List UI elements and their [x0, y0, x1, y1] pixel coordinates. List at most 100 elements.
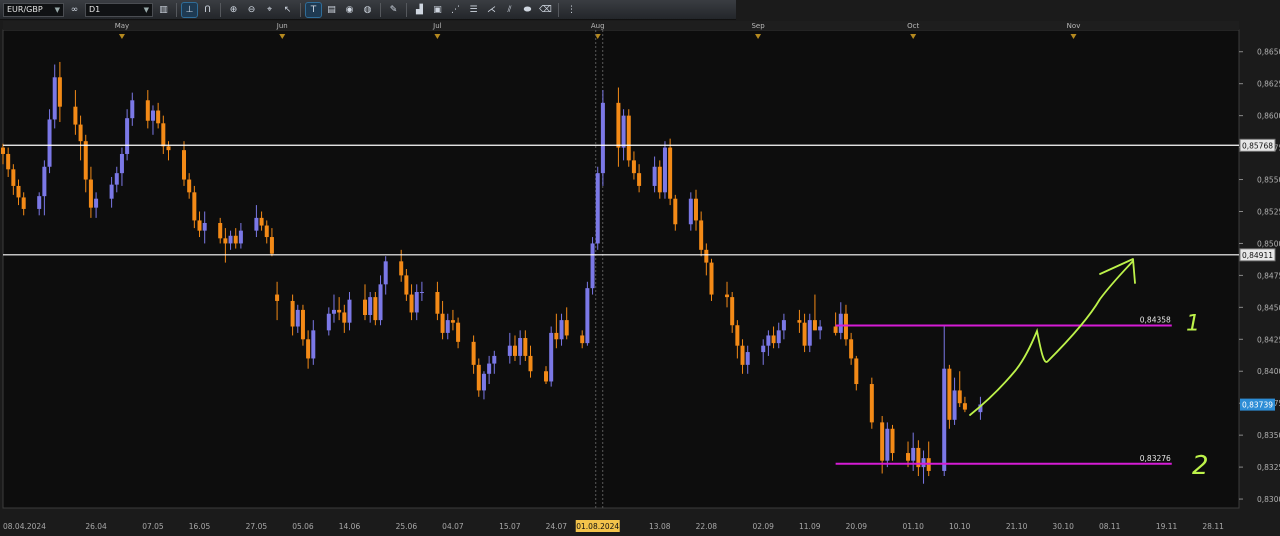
- candle-body: [11, 169, 16, 186]
- price-chart[interactable]: May Jun Jul Aug Sep Oct Nov 08.04.2024 26.04 07.…: [0, 21, 1280, 536]
- candle-body: [300, 309, 305, 340]
- candle-body: [812, 320, 817, 331]
- chain-link-icon[interactable]: ∞: [67, 3, 82, 17]
- camera-icon[interactable]: ◉: [342, 3, 357, 17]
- symbol-select[interactable]: EUR/GBP ▼: [3, 2, 64, 17]
- date-label: 21.10: [1006, 522, 1028, 531]
- candle-body: [668, 147, 673, 199]
- candle-body: [657, 166, 662, 193]
- candle-body: [450, 320, 455, 323]
- bar-chart-icon[interactable]: ▥: [156, 3, 171, 17]
- candle-body: [942, 368, 947, 471]
- candle-body: [47, 119, 52, 167]
- candle-body: [735, 325, 740, 346]
- month-label: Jun: [276, 22, 288, 30]
- crosshair-icon[interactable]: ⌖: [262, 3, 277, 17]
- month-label: Oct: [907, 22, 919, 30]
- price-label: 0,8325: [1257, 463, 1280, 472]
- price-label: 0,8600: [1257, 112, 1280, 121]
- zoom-out-icon[interactable]: ⊖: [244, 3, 259, 17]
- price-label: 0,8500: [1257, 239, 1280, 248]
- date-label: 11.09: [799, 522, 821, 531]
- date-label: 22.08: [696, 522, 718, 531]
- candle-body: [507, 345, 512, 356]
- candle-body: [838, 313, 843, 333]
- price-label: 0,8650: [1257, 48, 1280, 57]
- candle-body: [269, 237, 274, 254]
- text-tool-icon[interactable]: T: [305, 1, 322, 18]
- pitchfork-icon[interactable]: ⋌: [484, 3, 499, 17]
- candle-body: [202, 222, 207, 231]
- candle-body: [373, 297, 378, 321]
- gann-fan-icon[interactable]: ⋰: [448, 3, 463, 17]
- month-label: May: [115, 22, 129, 30]
- date-label: 10.10: [949, 522, 971, 531]
- candle-body: [869, 384, 874, 423]
- month-label: Nov: [1067, 22, 1081, 30]
- candle-body: [704, 249, 709, 263]
- candle-body: [885, 428, 890, 461]
- candle-body: [688, 198, 693, 225]
- candle-body: [347, 299, 352, 323]
- price-label: 0,8400: [1257, 367, 1280, 376]
- candle-body: [481, 373, 486, 391]
- price-label: 0,8525: [1257, 207, 1280, 216]
- line-study-icon[interactable]: ⊥: [181, 1, 198, 18]
- candle-body: [233, 235, 238, 244]
- zoom-in-icon[interactable]: ⊕: [226, 3, 241, 17]
- candle-body: [802, 322, 807, 346]
- more-icon[interactable]: ⋮: [564, 3, 579, 17]
- magnet-icon[interactable]: Ո: [200, 3, 215, 17]
- candle-body: [600, 102, 605, 174]
- note-icon[interactable]: ▤: [324, 3, 339, 17]
- toolbar: EUR/GBP ▼ ∞ D1 ▼ ▥ ⊥ Ո ⊕ ⊖ ⌖ ↖ T ▤ ◉ ◍ ✎ ▟…: [0, 0, 736, 20]
- candle-body: [761, 345, 766, 353]
- candle-body: [78, 124, 83, 142]
- candle-body: [161, 123, 166, 147]
- cursor-icon[interactable]: ↖: [280, 3, 295, 17]
- candle-body: [264, 225, 269, 238]
- candle-body: [21, 197, 26, 209]
- globe-icon[interactable]: ◍: [360, 3, 375, 17]
- channel-icon[interactable]: ⫽: [502, 3, 517, 17]
- ellipse-icon[interactable]: ⬬: [520, 3, 535, 17]
- candle-body: [404, 275, 409, 295]
- candle-body: [854, 358, 859, 385]
- date-label: 16.05: [189, 522, 211, 531]
- candle-body: [673, 198, 678, 225]
- candle-body: [6, 153, 11, 170]
- candle-body: [595, 173, 600, 244]
- candle-body: [228, 235, 233, 244]
- symbol-label: EUR/GBP: [7, 4, 43, 14]
- candle-body: [807, 320, 812, 346]
- candle-body: [818, 326, 823, 331]
- candle-body: [109, 184, 114, 199]
- volume-icon[interactable]: ▟: [412, 3, 427, 17]
- candle-body: [445, 320, 450, 333]
- candle-body: [549, 332, 554, 382]
- candle-body: [57, 77, 62, 107]
- date-label: 14.06: [339, 522, 361, 531]
- candle-body: [957, 390, 962, 404]
- timeframe-select[interactable]: D1 ▼: [85, 2, 153, 17]
- candle-body: [119, 153, 124, 174]
- fibonacci-icon[interactable]: ☰: [466, 3, 481, 17]
- candle-body: [368, 297, 373, 316]
- date-label: 24.07: [546, 522, 568, 531]
- candle-body: [150, 110, 155, 121]
- date-label: 25.06: [396, 522, 418, 531]
- date-label: 02.09: [752, 522, 774, 531]
- candle-body: [776, 330, 781, 344]
- candle-body: [378, 284, 383, 321]
- candle-body: [880, 422, 885, 461]
- zone-price-label: 0,83276: [1140, 454, 1171, 463]
- candle-body: [254, 217, 259, 231]
- date-label: 20.09: [846, 522, 868, 531]
- eraser-icon[interactable]: ⌫: [538, 3, 553, 17]
- price-label: 0,8300: [1257, 495, 1280, 504]
- candle-body: [83, 141, 88, 180]
- window-icon[interactable]: ▣: [430, 3, 445, 17]
- date-label: 01.08.2024: [576, 522, 619, 531]
- pencil-icon[interactable]: ✎: [386, 3, 401, 17]
- candle-body: [962, 403, 967, 410]
